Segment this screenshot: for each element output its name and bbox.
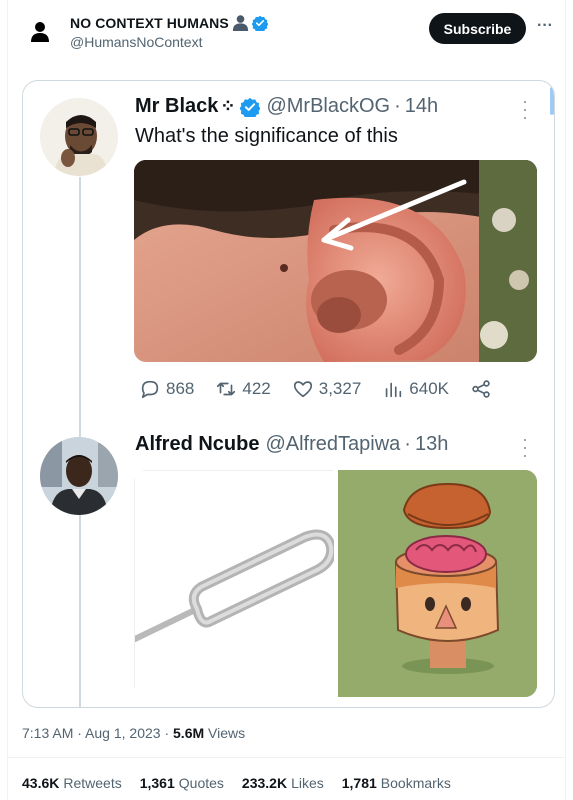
reply-media-grid bbox=[134, 470, 537, 697]
reply-author-name[interactable]: Alfred Ncube bbox=[135, 433, 259, 456]
meta-separator: · bbox=[164, 725, 174, 741]
person-icon[interactable] bbox=[28, 20, 52, 44]
stat-bookmarks[interactable]: 1,781 Bookmarks bbox=[342, 775, 451, 791]
stat-count: 1,361 bbox=[139, 775, 175, 791]
stat-label: Bookmarks bbox=[380, 775, 451, 791]
stat-label: Retweets bbox=[63, 775, 122, 791]
heart-icon bbox=[293, 381, 312, 398]
quoted-tweet-header: Mr Black ⁘ @MrBlackOG · 14h bbox=[135, 95, 438, 118]
retweet-action[interactable]: 422 bbox=[215, 378, 271, 400]
tweet-header: NO CONTEXT HUMANS @HumansNoContext Subsc… bbox=[0, 0, 573, 64]
engagement-stats: 43.6K Retweets 1,361 Quotes 233.2K Likes 1,… bbox=[22, 775, 451, 791]
quoted-handle[interactable]: @MrBlackOG bbox=[266, 95, 390, 118]
verified-badge-icon bbox=[251, 15, 268, 31]
share-action[interactable] bbox=[470, 378, 492, 400]
subscribe-button[interactable]: Subscribe bbox=[429, 13, 526, 44]
embedded-thread-card[interactable]: Mr Black ⁘ @MrBlackOG · 14h · · · What's t… bbox=[22, 80, 555, 708]
meta-separator: · bbox=[394, 95, 401, 117]
quoted-age[interactable]: 14h bbox=[405, 95, 438, 118]
sim-ejector-image[interactable] bbox=[134, 470, 337, 697]
verified-badge-icon bbox=[240, 97, 261, 117]
tweet-views-count: 5.6M bbox=[173, 725, 205, 741]
more-options-icon[interactable]: ··· bbox=[535, 17, 555, 37]
ear-photo[interactable] bbox=[134, 160, 537, 362]
reply-handle[interactable]: @AlfredTapiwa bbox=[265, 433, 400, 456]
scroll-indicator bbox=[550, 87, 554, 115]
stat-label: Likes bbox=[291, 775, 324, 791]
avatar-mr-black[interactable] bbox=[40, 98, 118, 176]
reply-more-icon[interactable]: · · · bbox=[517, 430, 533, 464]
account-name[interactable]: NO CONTEXT HUMANS bbox=[70, 14, 268, 31]
views-count: 640K bbox=[409, 379, 449, 398]
stat-likes[interactable]: 233.2K Likes bbox=[242, 775, 324, 791]
meta-separator: · bbox=[77, 725, 86, 741]
retweet-icon bbox=[217, 382, 236, 396]
quoted-author-name[interactable]: Mr Black bbox=[135, 95, 218, 118]
reply-age[interactable]: 13h bbox=[415, 433, 448, 456]
reply-action[interactable]: 868 bbox=[139, 378, 194, 400]
author-name-glyph: ⁘ bbox=[220, 96, 236, 116]
stat-count: 43.6K bbox=[22, 775, 60, 791]
silhouette-emoji-icon bbox=[232, 15, 248, 31]
like-count: 3,327 bbox=[318, 379, 362, 398]
tweet-date[interactable]: Aug 1, 2023 bbox=[85, 725, 161, 741]
meta-separator: · bbox=[404, 433, 411, 455]
stat-retweets[interactable]: 43.6K Retweets bbox=[22, 775, 122, 791]
stat-quotes[interactable]: 1,361 Quotes bbox=[140, 775, 224, 791]
avatar-alfred-ncube[interactable] bbox=[40, 437, 118, 515]
share-icon bbox=[472, 380, 490, 398]
quoted-more-icon[interactable]: · · · bbox=[517, 92, 533, 126]
account-name-text: NO CONTEXT HUMANS bbox=[70, 14, 229, 31]
divider bbox=[7, 757, 566, 758]
quoted-tweet-text: What's the significance of this bbox=[135, 125, 398, 147]
stat-label: Quotes bbox=[178, 775, 224, 791]
tweet-time[interactable]: 7:13 AM bbox=[22, 725, 73, 741]
stat-count: 233.2K bbox=[241, 775, 288, 791]
reply-icon bbox=[141, 380, 159, 399]
tweet-timestamp-line: 7:13 AM · Aug 1, 2023 · 5.6M Views bbox=[22, 725, 245, 741]
views-chart-icon bbox=[386, 382, 402, 398]
reply-tweet-header: Alfred Ncube @AlfredTapiwa · 13h bbox=[135, 433, 448, 456]
like-action[interactable]: 3,327 bbox=[292, 378, 362, 400]
account-handle[interactable]: @HumansNoContext bbox=[70, 34, 203, 50]
stat-count: 1,781 bbox=[341, 775, 377, 791]
retweet-count: 422 bbox=[242, 379, 271, 398]
views-action[interactable]: 640K bbox=[382, 378, 449, 400]
quoted-action-bar: 868 422 3,327 640K bbox=[139, 377, 492, 401]
open-head-brain-image[interactable] bbox=[338, 470, 537, 697]
reply-count: 868 bbox=[166, 379, 195, 398]
tweet-views-label: Views bbox=[208, 725, 246, 741]
